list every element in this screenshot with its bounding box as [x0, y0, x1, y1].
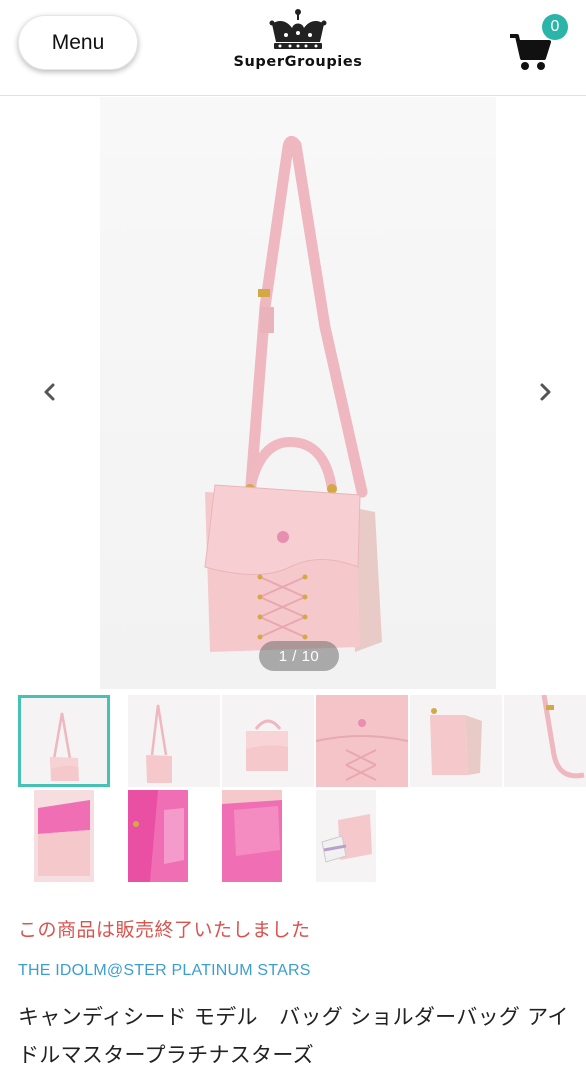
menu-button[interactable]: Menu — [18, 15, 138, 70]
bag-illustration — [204, 136, 382, 652]
thumbnail-8[interactable] — [128, 790, 188, 882]
chevron-left-icon — [44, 383, 55, 401]
series-link[interactable]: THE IDOLM@STER PLATINUM STARS — [18, 962, 311, 980]
thumbnail-4[interactable] — [316, 695, 408, 787]
chevron-right-icon — [540, 383, 551, 401]
logo-text: SuperGroupies — [233, 54, 363, 70]
thumbnail-10[interactable] — [316, 790, 376, 882]
thumbnail-1[interactable] — [18, 695, 110, 787]
sold-out-notice: この商品は販売終了いたしました — [18, 919, 311, 941]
thumbnail-7[interactable] — [34, 790, 94, 882]
cart-count-badge: 0 — [542, 14, 568, 40]
cart-button[interactable]: 0 — [508, 14, 578, 74]
thumbnail-5[interactable] — [410, 695, 502, 787]
crown-icon — [269, 9, 327, 49]
next-image-button[interactable] — [530, 377, 560, 407]
site-logo[interactable]: SuperGroupies — [218, 8, 378, 88]
product-gallery: 1 / 10 — [0, 97, 586, 689]
thumbnail-6[interactable] — [504, 695, 586, 787]
prev-image-button[interactable] — [35, 377, 65, 407]
thumbnail-9[interactable] — [222, 790, 282, 882]
image-counter: 1 / 10 — [259, 641, 339, 671]
product-title: キャンディシード モデル バッグ ショルダーバッグ アイドルマスタープラチナスタ… — [18, 1005, 569, 1067]
thumbnail-3[interactable] — [222, 695, 314, 787]
product-main-image[interactable] — [100, 97, 496, 689]
thumbnail-strip — [0, 690, 586, 890]
thumbnail-2[interactable] — [128, 695, 220, 787]
site-header: Menu SuperGroupies 0 — [0, 0, 586, 96]
